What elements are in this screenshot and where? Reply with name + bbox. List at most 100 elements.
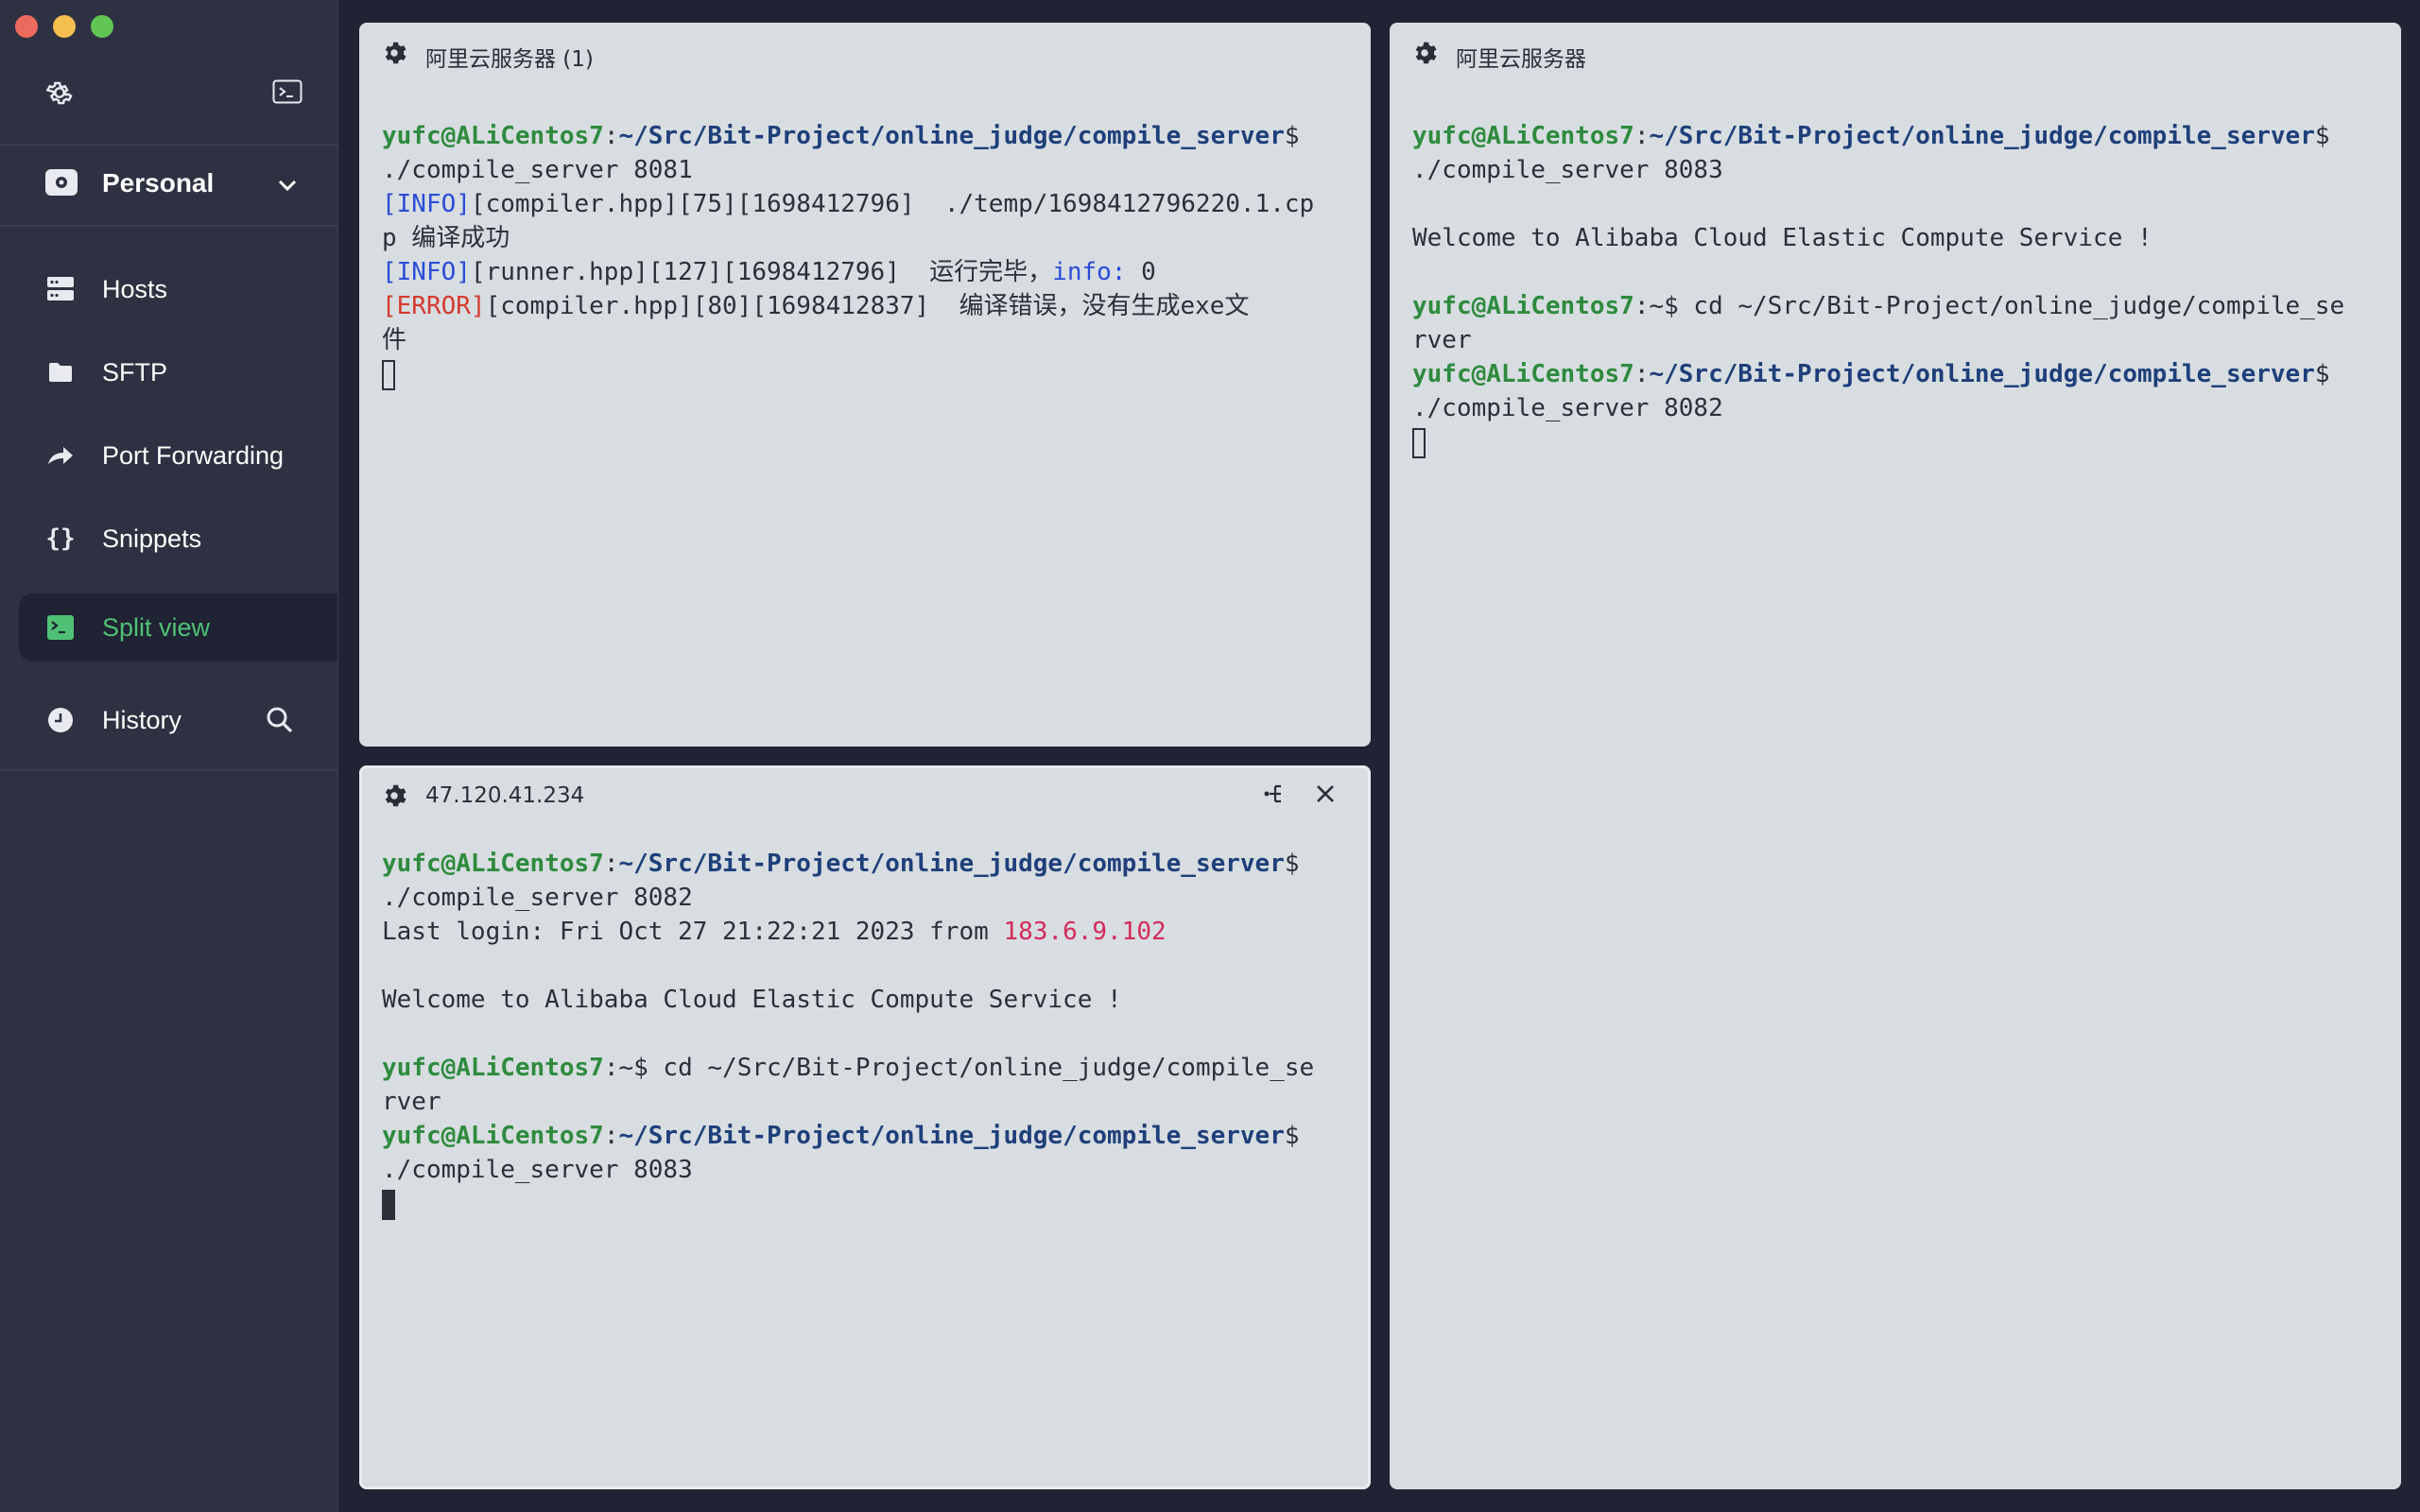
panel-header: 阿里云服务器 (1) [359,23,1371,74]
terminal-line: yufc@ALiCentos7:~$ cd ~/Src/Bit-Project/… [1412,289,2344,323]
chevron-down-icon [278,180,297,192]
terminal-line [382,1187,1314,1221]
terminal-line: yufc@ALiCentos7:~/Src/Bit-Project/online… [382,847,1314,881]
terminal-line: 件 [382,323,1314,357]
app-window: Personal Hosts SFTP Port Forwarding {} S… [0,0,2420,1512]
zoom-window-button[interactable] [91,15,113,38]
divider [0,225,337,227]
terminal-text: ~/Src/Bit-Project/online_judge/compile_s… [1649,122,2315,150]
sidebar: Personal Hosts SFTP Port Forwarding {} S… [0,0,338,1512]
split-view-icon [45,612,76,643]
terminal-text: ~/Src/Bit-Project/online_judge/compile_s… [618,850,1285,878]
split-button[interactable] [1259,779,1289,809]
terminal-line: ./compile_server 8082 [382,881,1314,915]
terminal-text: : [1634,360,1650,388]
history-icon [45,705,76,735]
terminal-line: yufc@ALiCentos7:~/Src/Bit-Project/online… [1412,357,2344,391]
sidebar-item-label: Snippets [102,524,202,553]
minimize-window-button[interactable] [53,15,76,38]
terminal-text: yufc@ALiCentos7 [1412,292,1634,320]
sidebar-item-port-forwarding[interactable]: Port Forwarding [19,421,337,490]
terminal-text: rver [382,1088,441,1116]
terminal-text: : [603,850,619,878]
terminal-text: : [603,122,619,150]
gear-icon[interactable] [380,39,408,67]
terminal-line: ./compile_server 8083 [382,1153,1314,1187]
close-icon [1317,785,1334,802]
terminal-line: yufc@ALiCentos7:~/Src/Bit-Project/online… [382,1119,1314,1153]
terminal-text: Welcome to Alibaba Cloud Elastic Compute… [1412,224,2152,252]
vault-label: Personal [102,168,215,198]
terminal-text: ~/Src/Bit-Project/online_judge/compile_s… [1649,360,2315,388]
sidebar-item-split-view[interactable]: Split view [19,593,337,662]
sidebar-item-label: History [102,706,182,734]
terminal-text: ./compile_server 8081 [382,156,693,184]
terminal-text: yufc@ALiCentos7 [1412,122,1634,150]
close-panel-button[interactable] [1310,779,1340,809]
terminal-panel-top-left[interactable]: 阿里云服务器 (1) yufc@ALiCentos7:~/Src/Bit-Pro… [359,23,1371,747]
terminal-text: rver [1412,326,1472,354]
panel-title: 阿里云服务器 (1) [425,47,594,72]
terminal-output[interactable]: yufc@ALiCentos7:~/Src/Bit-Project/online… [1412,119,2344,459]
vault-selector[interactable]: Personal [0,146,337,225]
terminal-text: ./compile_server 8082 [1412,394,1723,422]
terminal-text: ./compile_server 8083 [1412,156,1723,184]
close-window-button[interactable] [15,15,38,38]
terminal-line: ./compile_server 8081 [382,153,1314,187]
terminal-text: info: [1052,258,1127,286]
gear-icon[interactable] [1410,39,1439,67]
sidebar-item-label: Port Forwarding [102,441,285,470]
terminal-line: rver [382,1085,1314,1119]
terminal-output[interactable]: yufc@ALiCentos7:~/Src/Bit-Project/online… [382,847,1314,1221]
terminal-line: ./compile_server 8083 [1412,153,2344,187]
terminal-text: [INFO] [382,190,471,218]
terminal-output[interactable]: yufc@ALiCentos7:~/Src/Bit-Project/online… [382,119,1314,391]
sidebar-item-history[interactable]: History [19,686,337,754]
terminal-cursor [382,359,395,390]
sidebar-item-snippets[interactable]: {} Snippets [19,505,337,573]
terminal-line: [ERROR][compiler.hpp][80][1698412837] 编译… [382,289,1314,323]
folder-icon [45,357,76,387]
terminal-line [382,357,1314,391]
new-terminal-button[interactable] [271,77,303,106]
sidebar-item-label: SFTP [102,358,168,387]
terminal-line: yufc@ALiCentos7:~/Src/Bit-Project/online… [382,119,1314,153]
terminal-text: p 编译成功 [382,224,510,252]
divider [0,769,337,771]
terminal-text: 件 [382,326,407,354]
sidebar-toolbar [0,72,337,113]
terminal-line: [INFO][compiler.hpp][75][1698412796] ./t… [382,187,1314,221]
terminal-text: Last login: Fri Oct 27 21:22:21 2023 fro… [382,918,1004,946]
terminal-line: yufc@ALiCentos7:~$ cd ~/Src/Bit-Project/… [382,1051,1314,1085]
terminal-icon [272,79,302,104]
hosts-icon [45,274,76,304]
settings-button[interactable] [43,76,77,110]
terminal-text: yufc@ALiCentos7 [1412,360,1634,388]
terminal-line: Welcome to Alibaba Cloud Elastic Compute… [1412,221,2344,255]
terminal-text: [INFO] [382,258,471,286]
terminal-text: ./compile_server 8083 [382,1156,693,1184]
terminal-text: $ [2314,360,2330,388]
sidebar-item-hosts[interactable]: Hosts [19,255,337,323]
terminal-panel-right[interactable]: 阿里云服务器 yufc@ALiCentos7:~/Src/Bit-Project… [1390,23,2401,1489]
gear-icon[interactable] [380,782,408,810]
vault-icon [45,169,78,196]
terminal-text: 183.6.9.102 [1003,918,1167,946]
port-forwarding-icon [45,440,76,471]
terminal-text: [runner.hpp][127][1698412796] 运行完毕， [470,258,1053,286]
terminal-text: 0 [1126,258,1156,286]
search-icon[interactable] [263,703,297,737]
terminal-text: ~/Src/Bit-Project/online_judge/compile_s… [618,122,1285,150]
terminal-text: Welcome to Alibaba Cloud Elastic Compute… [382,986,1122,1014]
terminal-text: ~/Src/Bit-Project/online_judge/compile_s… [618,1122,1285,1150]
terminal-line [1412,425,2344,459]
sidebar-item-sftp[interactable]: SFTP [19,338,337,406]
terminal-cursor [1412,427,1426,458]
terminal-text: ./compile_server 8082 [382,884,693,912]
terminal-panel-bottom-left[interactable]: 47.120.41.234 yufc@ALiCentos7:~/Src/Bit-… [359,765,1371,1489]
terminal-text: : [1634,122,1650,150]
terminal-line: ./compile_server 8082 [1412,391,2344,425]
